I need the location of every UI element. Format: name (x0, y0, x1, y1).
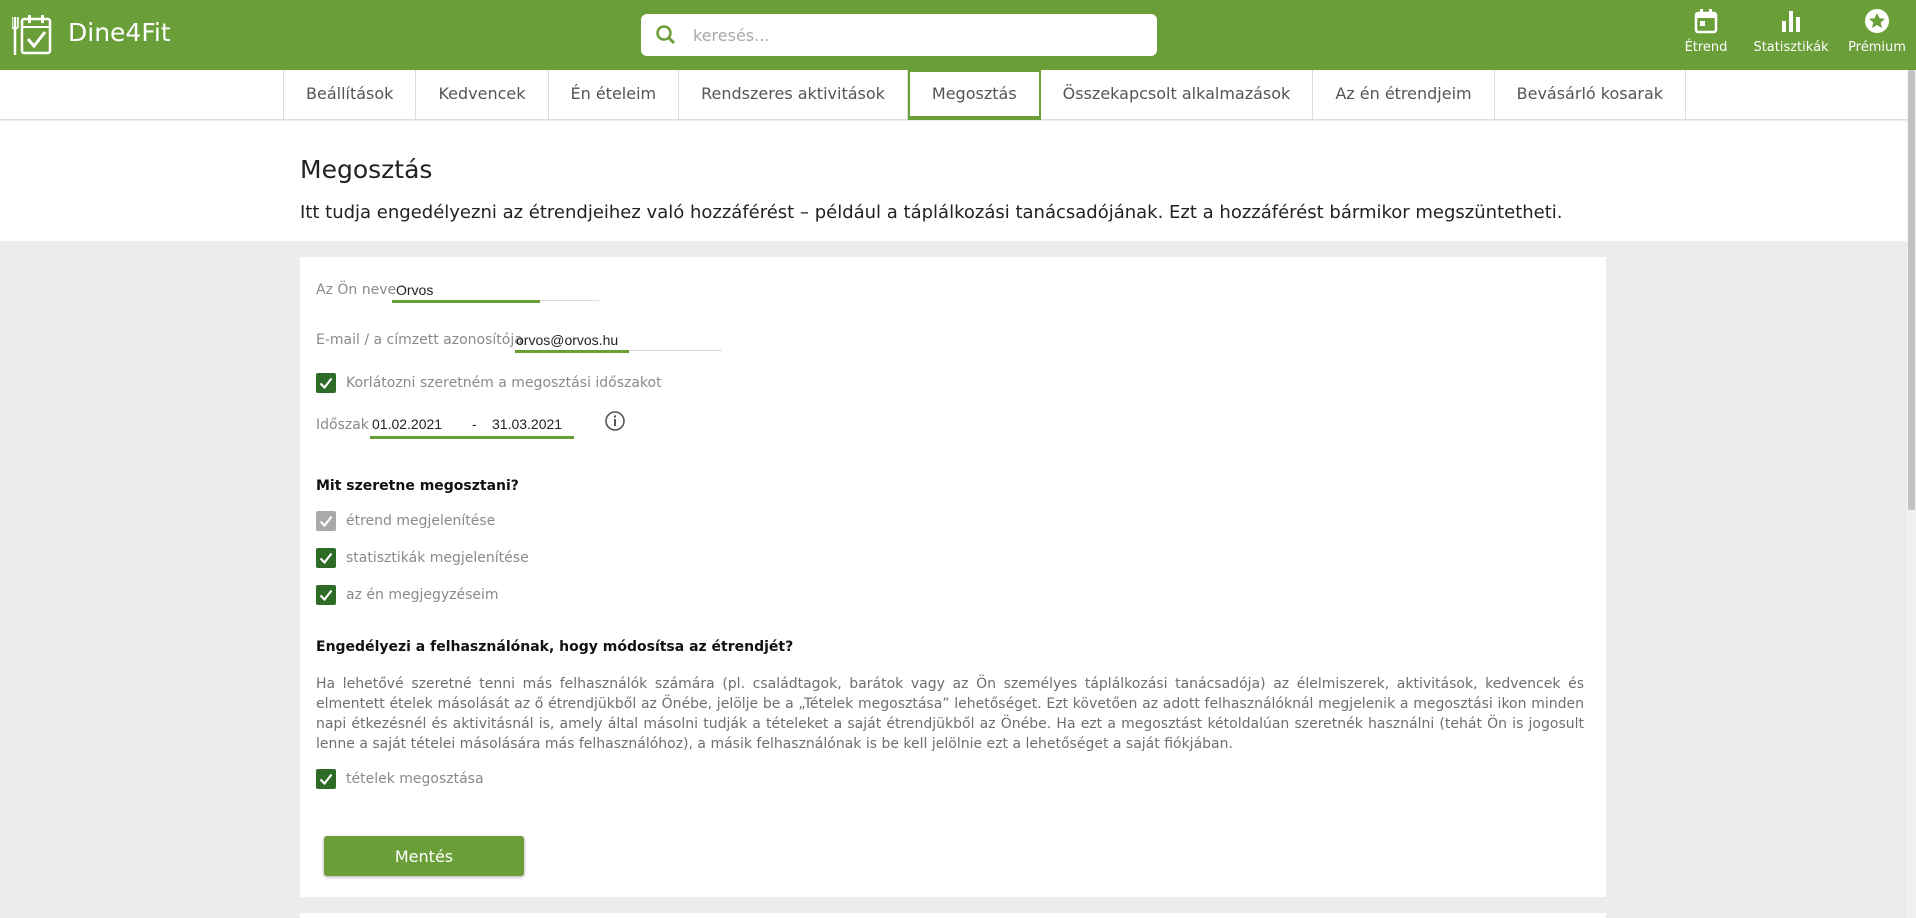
name-input[interactable] (396, 279, 599, 301)
app-name[interactable]: Dine4Fit (68, 18, 171, 47)
checkmark-icon (319, 377, 333, 390)
nav-premium-button[interactable]: Prémium (1837, 8, 1916, 64)
tab-en-eteleim[interactable]: Én ételeim (549, 70, 680, 120)
star-badge-icon (1865, 9, 1889, 33)
checkmark-icon (319, 589, 333, 602)
tab-kedvencek[interactable]: Kedvencek (416, 70, 549, 120)
nav-etrend-button[interactable]: Étrend (1666, 8, 1746, 64)
period-range[interactable]: 01.02.2021 - 31.03.2021 (372, 413, 572, 435)
tab-list: Beállítások Kedvencek Én ételeim Rendsze… (283, 70, 1687, 120)
bar-chart-icon (1782, 11, 1800, 32)
share-notes-label: az én megjegyzéseim (346, 587, 499, 603)
tab-rendszeres-aktivitasok[interactable]: Rendszeres aktivitások (679, 70, 908, 120)
tab-beallitasok[interactable]: Beállítások (284, 70, 417, 120)
period-underline (370, 436, 574, 439)
nav-statisztikak-label: Statisztikák (1753, 40, 1829, 55)
search-input[interactable] (693, 14, 1143, 56)
share-items-label: tételek megosztása (346, 771, 484, 787)
limit-period-checkbox[interactable] (316, 373, 336, 393)
modify-description: Ha lehetővé szeretné tenni más felhaszná… (316, 676, 1584, 752)
page-description: Itt tudja engedélyezni az étrendjeihez v… (300, 202, 1563, 223)
share-statistics-checkbox[interactable] (316, 548, 336, 568)
save-button[interactable]: Mentés (324, 836, 524, 876)
email-label: E-mail / a címzett azonosítója (316, 332, 523, 348)
share-statistics-label: statisztikák megjelenítése (346, 550, 529, 566)
share-items-checkbox[interactable] (316, 769, 336, 789)
checkmark-icon (319, 515, 333, 528)
nav-statisztikak-button[interactable]: Statisztikák (1751, 8, 1831, 64)
scrollbar-thumb[interactable] (1908, 70, 1915, 510)
limit-period-label: Korlátozni szeretném a megosztási idősza… (346, 375, 662, 391)
next-card (300, 913, 1606, 918)
page-scrollbar[interactable] (1907, 70, 1916, 918)
search-box[interactable] (641, 14, 1157, 56)
info-icon[interactable] (604, 410, 626, 432)
period-to-input[interactable]: 31.03.2021 (492, 413, 562, 435)
period-separator: - (472, 416, 477, 432)
period-label: Időszak (316, 417, 369, 433)
settings-tab-bar: Beállítások Kedvencek Én ételeim Rendsze… (0, 70, 1907, 120)
tab-bevasarlo-kosarak[interactable]: Bevásárló kosarak (1495, 70, 1687, 120)
top-bar: Dine4Fit Étrend Statisztikák Prémium (0, 0, 1916, 70)
search-icon (656, 25, 676, 45)
sharing-form-card: Az Ön neve E-mail / a címzett azonosítój… (300, 257, 1606, 897)
period-from-input[interactable]: 01.02.2021 (372, 413, 442, 435)
logo-icon[interactable] (11, 13, 54, 57)
checkmark-icon (319, 773, 333, 786)
name-label: Az Ön neve (316, 282, 397, 298)
share-heading: Mit szeretne megosztani? (316, 478, 519, 494)
modify-heading: Engedélyezi a felhasználónak, hogy módos… (316, 639, 794, 655)
tab-osszekapcsolt-alkalmazasok[interactable]: Összekapcsolt alkalmazások (1041, 70, 1314, 120)
email-input[interactable] (516, 329, 722, 351)
share-diet-label: étrend megjelenítése (346, 513, 496, 529)
share-diet-checkbox (316, 511, 336, 531)
page-title: Megosztás (300, 155, 433, 184)
name-input-underline (392, 300, 540, 303)
share-notes-checkbox[interactable] (316, 585, 336, 605)
nav-etrend-label: Étrend (1684, 40, 1728, 55)
nav-premium-label: Prémium (1848, 40, 1906, 55)
tab-az-en-etrendjeim[interactable]: Az én étrendjeim (1313, 70, 1495, 120)
email-input-underline (515, 350, 629, 353)
checkmark-icon (319, 552, 333, 565)
page-header: Megosztás Itt tudja engedélyezni az étre… (0, 121, 1907, 241)
tab-megosztas[interactable]: Megosztás (907, 70, 1041, 120)
calendar-icon (1694, 9, 1718, 34)
